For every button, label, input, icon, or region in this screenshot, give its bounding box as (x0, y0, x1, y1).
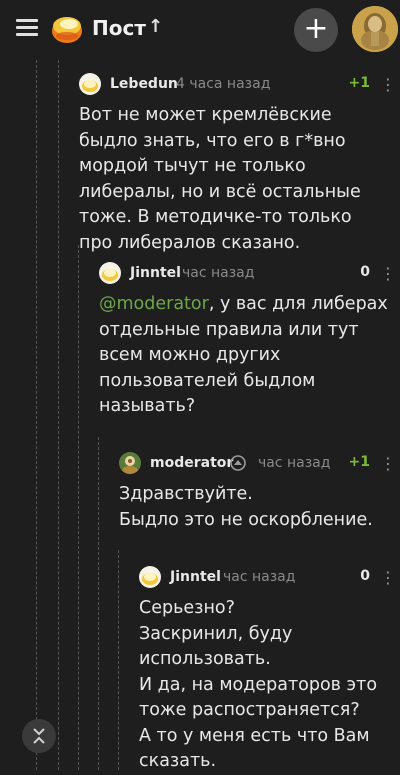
avatar[interactable] (99, 262, 121, 284)
avatar[interactable] (119, 452, 141, 474)
comment-time: час назад (258, 455, 331, 471)
thread-line[interactable] (36, 60, 37, 770)
more-vertical-icon[interactable]: ⋮ (380, 264, 396, 283)
comment-score: 0 (360, 568, 370, 584)
comment-time: час назад (182, 265, 255, 281)
add-post-button[interactable]: + (294, 8, 338, 52)
thread-line[interactable] (78, 245, 79, 770)
comment-author[interactable]: Jinntel (130, 265, 181, 281)
thread-line[interactable] (58, 60, 59, 770)
more-vertical-icon[interactable]: ⋮ (380, 75, 396, 94)
more-vertical-icon[interactable]: ⋮ (380, 568, 396, 587)
pikabu-logo-icon[interactable] (50, 12, 84, 46)
top-bar: Пост ↑ + (0, 0, 400, 58)
comment-text: Серьезно? Заскринил, буду использовать. … (139, 598, 378, 771)
comment-score: +1 (348, 454, 370, 470)
comment-text: @moderator, у вас для либерах отдельные … (99, 292, 389, 420)
thread-line[interactable] (98, 437, 99, 770)
avatar[interactable] (79, 73, 101, 95)
comment-time: 4 часа назад (176, 76, 271, 92)
comment-time: час назад (223, 569, 296, 585)
collapse-icon[interactable] (22, 719, 56, 753)
more-vertical-icon[interactable]: ⋮ (380, 454, 396, 473)
scroll-up-icon[interactable]: ↑ (148, 16, 163, 37)
comment-author[interactable]: moderator (150, 455, 233, 471)
thread-line[interactable] (118, 550, 119, 770)
comment-text: Вот не может кремлёвские быдло знать, чт… (79, 105, 361, 253)
comment-score: 0 (360, 264, 370, 280)
avatar[interactable] (139, 566, 161, 588)
shield-icon (230, 455, 246, 471)
comment-text: Здравствуйте. Быдло это не оскорбление. (119, 484, 373, 530)
avatar[interactable] (352, 6, 398, 52)
comment-author[interactable]: Lebedun (110, 76, 178, 92)
comment-score: +1 (348, 75, 370, 91)
mention-link[interactable]: @moderator (99, 294, 209, 314)
hamburger-icon[interactable] (16, 19, 38, 37)
page-title: Пост (92, 16, 146, 40)
comment-author[interactable]: Jinntel (170, 569, 221, 585)
